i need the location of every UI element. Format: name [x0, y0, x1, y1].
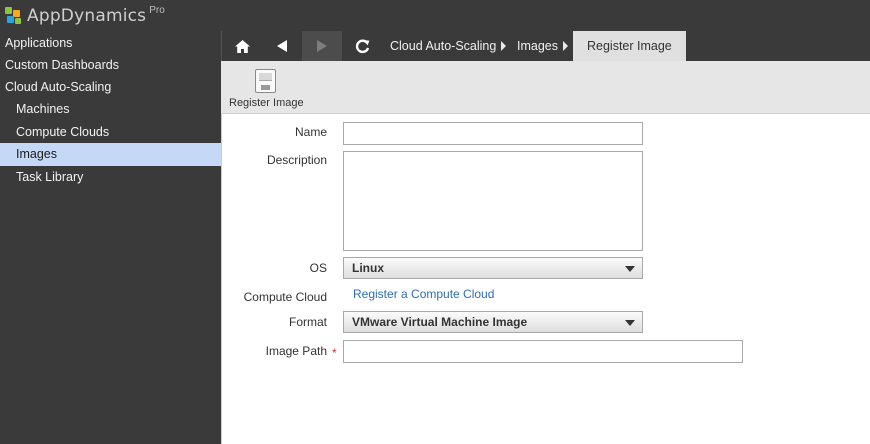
breadcrumb-images[interactable]: Images	[517, 31, 558, 61]
register-image-button-label: Register Image	[229, 97, 304, 109]
sidebar-item-custom-dashboards[interactable]: Custom Dashboards	[0, 54, 221, 76]
sidebar-item-images[interactable]: Images	[0, 143, 221, 166]
image-path-input[interactable]	[343, 340, 743, 363]
chevron-down-icon	[625, 266, 635, 272]
register-image-button[interactable]: Register Image	[229, 67, 304, 111]
description-textarea[interactable]	[343, 151, 643, 251]
compute-cloud-label: Compute Cloud	[243, 290, 327, 304]
os-label: OS	[309, 261, 327, 275]
sidebar-item-cloud-auto-scaling[interactable]: Cloud Auto-Scaling	[0, 76, 221, 98]
register-image-form: Name Description OS Linux Compute Cloud …	[221, 114, 870, 444]
format-label: Format	[288, 315, 327, 329]
name-label: Name	[294, 125, 327, 139]
home-icon	[234, 39, 250, 53]
forward-button[interactable]	[302, 31, 342, 61]
chevron-down-icon	[625, 320, 635, 326]
home-button[interactable]	[222, 31, 262, 61]
breadcrumb-separator-icon	[501, 41, 506, 51]
sidebar-item-compute-clouds[interactable]: Compute Clouds	[0, 121, 221, 144]
sidebar-item-label: Compute Clouds	[16, 124, 110, 139]
back-arrow-icon	[277, 40, 287, 52]
breadcrumb-current-register-image: Register Image	[573, 31, 686, 61]
format-selected-value: VMware Virtual Machine Image	[352, 315, 528, 329]
sidebar: AppDynamics Pro Applications Custom Dash…	[0, 0, 221, 444]
sidebar-item-label: Task Library	[16, 169, 84, 184]
toolbar: Register Image	[221, 61, 870, 114]
back-button[interactable]	[262, 31, 302, 61]
os-select[interactable]: Linux	[343, 257, 643, 279]
sidebar-item-label: Cloud Auto-Scaling	[5, 80, 112, 94]
register-compute-cloud-link[interactable]: Register a Compute Cloud	[353, 287, 494, 301]
appdynamics-logo-icon	[5, 7, 23, 25]
breadcrumb-separator-icon	[563, 41, 568, 51]
breadcrumb-cloud-auto-scaling[interactable]: Cloud Auto-Scaling	[390, 31, 496, 61]
forward-arrow-icon	[317, 40, 327, 52]
app-edition: Pro	[149, 4, 165, 16]
sidebar-item-label: Applications	[5, 36, 73, 50]
name-input[interactable]	[343, 122, 643, 145]
sidebar-item-machines[interactable]: Machines	[0, 98, 221, 121]
format-select[interactable]: VMware Virtual Machine Image	[343, 311, 643, 333]
refresh-button[interactable]	[342, 31, 382, 61]
sidebar-item-label: Images	[16, 147, 57, 162]
sidebar-item-task-library[interactable]: Task Library	[0, 166, 221, 189]
sidebar-item-label: Machines	[16, 102, 70, 117]
os-selected-value: Linux	[352, 261, 384, 275]
sidebar-item-label: Custom Dashboards	[5, 58, 119, 72]
breadcrumb: Cloud Auto-Scaling Images Register Image	[221, 31, 870, 61]
image-path-label: Image Path	[265, 344, 327, 358]
save-disk-icon	[255, 69, 276, 93]
required-marker: *	[332, 346, 337, 360]
top-bar: Cloud Auto-Scaling Images Register Image	[221, 0, 870, 61]
sidebar-item-applications[interactable]: Applications	[0, 32, 221, 54]
description-label: Description	[266, 153, 327, 167]
app-logo[interactable]: AppDynamics Pro	[0, 0, 221, 32]
app-brand: AppDynamics	[27, 6, 147, 26]
refresh-icon	[355, 39, 369, 53]
